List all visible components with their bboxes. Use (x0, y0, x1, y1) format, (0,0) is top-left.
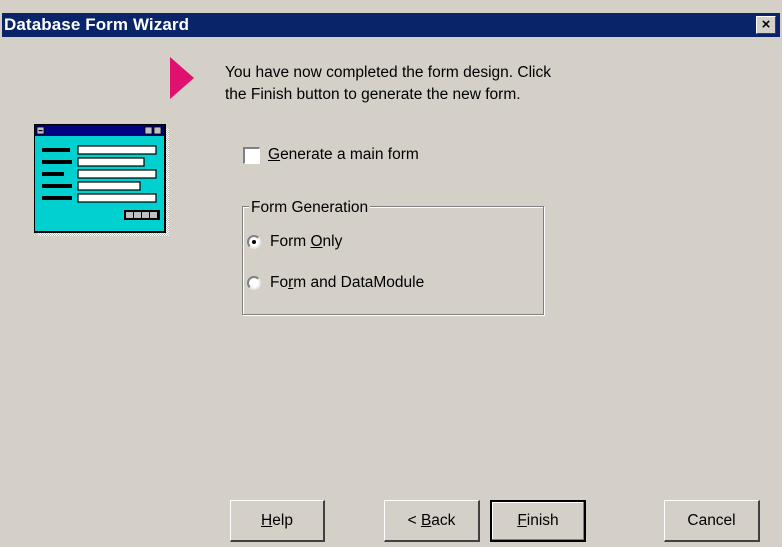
generate-main-form-checkbox-row[interactable]: Generate a main form (243, 145, 419, 165)
generate-main-form-checkbox[interactable] (243, 146, 260, 164)
form-only-radio[interactable] (247, 235, 261, 249)
pink-pointer-arrow-icon (170, 57, 194, 99)
form-wizard-icon (34, 124, 169, 236)
generate-main-form-mnemonic: G (268, 146, 281, 163)
cancel-button[interactable]: Cancel (664, 500, 760, 542)
close-icon: × (761, 16, 771, 33)
finish-button[interactable]: Finish (490, 500, 586, 542)
back-mnemonic: B (420, 511, 432, 529)
close-button[interactable]: × (756, 16, 776, 34)
help-mnemonic: H (261, 511, 273, 529)
help-button-label: Help (261, 512, 293, 530)
form-generation-label: Form Generation (249, 199, 371, 217)
generate-main-form-label-rest: enerate a main form (280, 146, 419, 163)
help-label-rest: elp (272, 511, 293, 529)
generate-main-form-label: Generate a main form (268, 146, 419, 164)
finish-mnemonic: F (517, 512, 527, 529)
window-title: Database Form Wizard (4, 15, 190, 34)
back-label-rest: ack (431, 511, 456, 529)
title-bar: Database Form Wizard × (0, 0, 782, 40)
form-and-datamodule-label: Form and DataModule (270, 274, 424, 292)
form-only-label-pre: Form (270, 233, 311, 250)
form-and-datamodule-label-post: m and DataModule (293, 274, 425, 291)
instructions-line-2: the Finish button to generate the new fo… (225, 86, 521, 103)
cancel-button-label: Cancel (687, 511, 736, 529)
form-only-label-post: nly (322, 233, 343, 250)
finish-button-label: Finish (517, 512, 558, 530)
form-only-label: Form Only (270, 233, 342, 251)
back-label-pre: < (407, 511, 421, 529)
form-only-mnemonic: O (310, 233, 323, 250)
form-only-radio-row[interactable]: Form Only (247, 232, 342, 252)
instructions-text: You have now completed the form design. … (225, 62, 645, 106)
help-button[interactable]: Help (230, 500, 325, 542)
form-and-datamodule-label-pre: Fo (270, 274, 289, 291)
instructions-line-1: You have now completed the form design. … (225, 64, 551, 81)
form-generation-group (242, 206, 544, 315)
back-button[interactable]: < Back (384, 500, 480, 542)
form-and-datamodule-radio-row[interactable]: Form and DataModule (247, 273, 424, 293)
finish-label-rest: inish (526, 512, 559, 529)
form-and-datamodule-radio[interactable] (247, 276, 261, 290)
back-button-label: < Back (408, 512, 456, 530)
